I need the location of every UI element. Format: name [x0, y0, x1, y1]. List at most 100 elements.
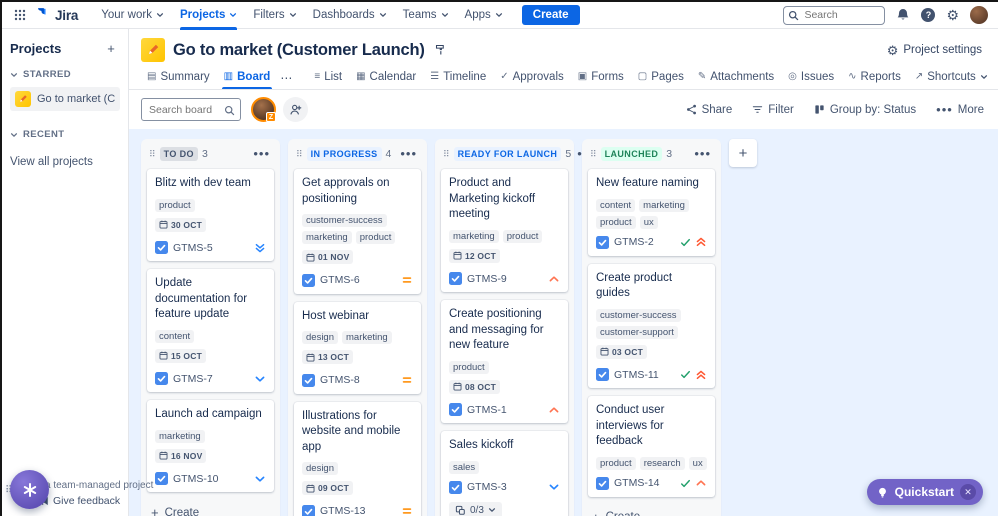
share-icon	[686, 104, 696, 115]
issue-key: GTMS-11	[614, 368, 659, 381]
reports-icon: ∿	[848, 71, 857, 82]
filter-icon	[753, 106, 763, 113]
filter-button[interactable]: Filter	[752, 104, 794, 116]
task-type-icon	[596, 368, 609, 382]
tab-attachments[interactable]: ✎ Attachments	[692, 66, 780, 89]
tag-customer-success: customer-success	[302, 214, 387, 228]
subtask-expand-button[interactable]: 0/3	[449, 501, 502, 516]
column-create-button[interactable]: + Create	[588, 505, 715, 516]
board-member-avatar[interactable]: Z	[251, 97, 276, 122]
priority-medium-icon	[402, 377, 412, 383]
column-menu-icon[interactable]: •••	[692, 147, 713, 160]
add-column-button[interactable]: +	[729, 139, 757, 167]
help-icon[interactable]: ?	[921, 8, 936, 22]
tag-customer-support: customer-support	[596, 325, 678, 339]
nav-item-apps[interactable]: Apps	[458, 4, 510, 26]
issue-card-gtms-3[interactable]: Sales kickoffsales GTMS-3 0/3 Create one…	[441, 431, 568, 516]
priority-medium-icon	[402, 508, 412, 514]
issue-card-gtms-14[interactable]: Conduct user interviews for feedback prod…	[588, 396, 715, 497]
add-project-button[interactable]: +	[102, 39, 120, 57]
issue-card-gtms-1[interactable]: Create positioning and messaging for new…	[441, 300, 568, 424]
issue-card-gtms-11[interactable]: Create product guides customer-success cus…	[588, 263, 715, 389]
card-footer: GTMS-5	[155, 241, 266, 255]
brush-icon[interactable]	[435, 44, 447, 56]
task-type-icon	[449, 272, 462, 286]
column-menu-icon[interactable]: •••	[398, 147, 419, 160]
issue-key: GTMS-10	[173, 472, 219, 485]
sidebar-item-go-to-market[interactable]: Go to market (Custo...	[10, 87, 120, 111]
sidebar-section-recent[interactable]: RECENT	[10, 129, 120, 140]
due-date-chip: 12 OCT	[449, 248, 500, 263]
tab-board[interactable]: ▥ Board	[218, 66, 277, 89]
user-avatar[interactable]	[970, 6, 988, 24]
calendar-icon	[159, 220, 168, 229]
task-type-icon	[449, 480, 462, 494]
share-button[interactable]: Share	[686, 104, 732, 116]
priority-medium-icon	[402, 277, 412, 283]
task-type-icon	[155, 472, 168, 486]
app-switcher-icon[interactable]	[10, 5, 30, 25]
priority-lowest-icon	[255, 243, 265, 252]
quickstart-button[interactable]: Quickstart ✕	[866, 479, 983, 505]
jira-logo[interactable]: Jira	[36, 5, 78, 25]
view-all-projects-link[interactable]: View all projects	[10, 156, 120, 168]
tab-summary[interactable]: ▤ Summary	[141, 66, 216, 89]
card-tags: customer-success customer-support	[596, 308, 707, 339]
notifications-bell-icon[interactable]	[896, 8, 910, 22]
tag-sales: sales	[449, 460, 480, 474]
board-toolbar: Z Share Filter Group by: Status	[129, 90, 998, 129]
tab-overflow-menu-icon[interactable]: ⋯	[278, 71, 294, 85]
lightbulb-icon	[878, 487, 886, 498]
nav-item-dashboards[interactable]: Dashboards	[306, 4, 394, 26]
chevron-down-icon	[10, 132, 18, 137]
tab-forms[interactable]: ▣ Forms	[572, 66, 630, 89]
column-menu-icon[interactable]: •••	[251, 147, 272, 160]
tab-list[interactable]: ≡ List	[308, 66, 348, 89]
add-people-button[interactable]	[283, 97, 308, 122]
card-footer: GTMS-10	[155, 472, 266, 486]
global-create-button[interactable]: Create	[521, 5, 580, 25]
card-title: Update documentation for feature update	[155, 277, 248, 321]
issue-card-gtms-9[interactable]: Product and Marketing kickoff meeting mar…	[441, 169, 568, 293]
sidebar-section-starred[interactable]: STARRED	[10, 69, 120, 80]
tab-calendar[interactable]: ▦ Calendar	[350, 66, 422, 89]
card-footer: GTMS-2	[596, 235, 707, 249]
drag-handle-icon[interactable]: ⠿	[590, 149, 597, 159]
nav-item-teams[interactable]: Teams	[396, 4, 456, 26]
issue-card-gtms-7[interactable]: Update documentation for feature update c…	[147, 269, 274, 393]
card-title: Host webinar	[302, 309, 370, 322]
nav-item-filters[interactable]: Filters	[246, 4, 303, 26]
tab-timeline[interactable]: ☰ Timeline	[424, 66, 492, 89]
nav-item-projects[interactable]: Projects	[173, 4, 244, 30]
column-create-button[interactable]: + Create	[147, 500, 274, 516]
issue-key: GTMS-3	[467, 481, 507, 494]
issue-card-gtms-2[interactable]: New feature naming content marketing produc…	[588, 169, 715, 256]
tag-content: content	[596, 198, 636, 212]
tab-issues[interactable]: ◎ Issues	[782, 66, 840, 89]
group-by-button[interactable]: Group by: Status	[814, 104, 916, 116]
walkthrough-bubble-button[interactable]	[10, 470, 49, 509]
drag-handle-icon[interactable]: ⠿	[149, 149, 156, 159]
project-settings-button[interactable]: ⚙ Project settings	[887, 44, 982, 57]
issue-card-gtms-8[interactable]: Host webinar design marketing 13 OCT GTMS-8	[294, 301, 421, 394]
give-feedback-link[interactable]: Give feedback	[39, 495, 120, 507]
drag-handle-icon[interactable]: ⠿	[296, 149, 303, 159]
column-header: ⠿ READY FOR LAUNCH 5 •••	[441, 145, 593, 169]
issue-card-gtms-5[interactable]: Blitz with dev team product 30 OCT GTMS-5	[147, 169, 274, 262]
issue-key: GTMS-7	[173, 372, 213, 385]
nav-item-your-work[interactable]: Your work	[94, 4, 171, 26]
tab-reports[interactable]: ∿ Reports	[842, 66, 907, 89]
tab-shortcuts[interactable]: ↗ Shortcuts	[909, 66, 994, 89]
more-button[interactable]: ••• More	[936, 103, 984, 116]
drag-handle-icon[interactable]: ⠿	[443, 149, 450, 159]
card-tags: product research ux	[596, 456, 707, 470]
issue-card-gtms-10[interactable]: Launch ad campaign marketing 16 NOV GTMS-1…	[147, 400, 274, 493]
issue-card-gtms-6[interactable]: Get approvals on positioning customer-suc…	[294, 169, 421, 294]
tab-pages[interactable]: ▢ Pages	[632, 66, 690, 89]
tab-approvals[interactable]: ✓ Approvals	[494, 66, 570, 89]
quickstart-close-icon[interactable]: ✕	[960, 484, 976, 500]
issue-card-gtms-13[interactable]: Illustrations for website and mobile app…	[294, 401, 421, 516]
settings-gear-icon[interactable]: ⚙	[946, 8, 959, 22]
column-count: 4	[385, 148, 392, 160]
due-date-chip: 03 OCT	[596, 344, 647, 359]
